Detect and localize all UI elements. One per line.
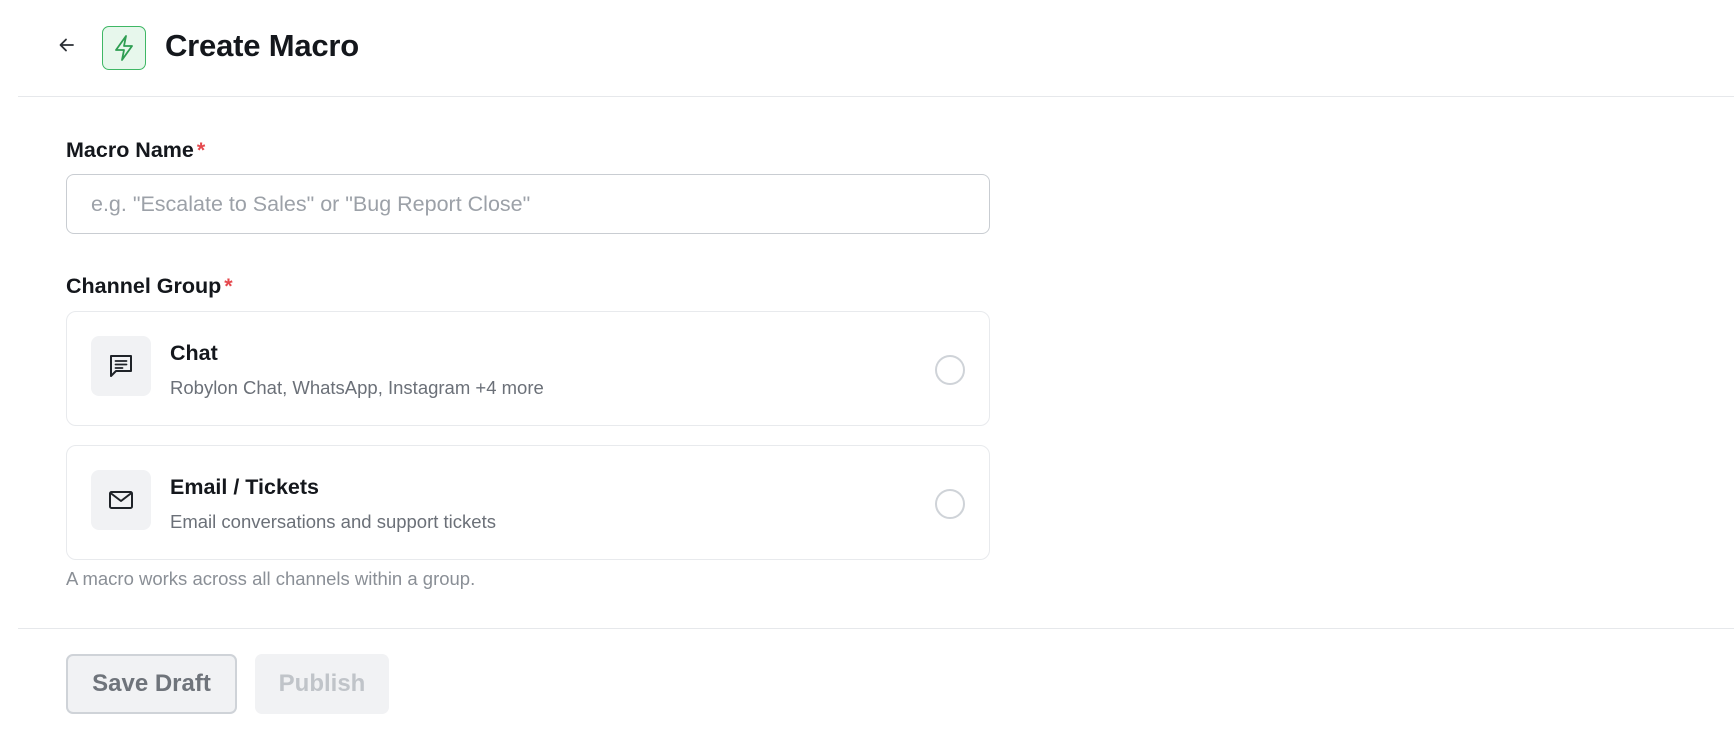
save-draft-button[interactable]: Save Draft	[66, 654, 237, 714]
email-tickets-radio[interactable]	[935, 489, 965, 519]
macro-name-input[interactable]	[66, 174, 990, 234]
macro-badge	[102, 26, 146, 70]
channel-option-chat[interactable]: Chat Robylon Chat, WhatsApp, Instagram +…	[66, 311, 990, 426]
page-title: Create Macro	[165, 28, 360, 63]
option-description: Robylon Chat, WhatsApp, Instagram +4 mor…	[170, 377, 544, 398]
publish-button[interactable]: Publish	[255, 654, 389, 714]
chat-radio[interactable]	[935, 355, 965, 385]
required-marker: *	[196, 138, 206, 162]
channel-option-email-tickets[interactable]: Email / Tickets Email conversations and …	[66, 445, 990, 560]
mail-envelope-icon	[109, 491, 133, 509]
channel-group-label: Channel Group *	[66, 274, 233, 299]
macro-name-label-text: Macro Name	[66, 138, 194, 162]
required-marker: *	[224, 274, 233, 298]
channel-group-helper-text: A macro works across all channels within…	[66, 568, 476, 589]
back-button[interactable]	[52, 30, 82, 60]
macro-name-label: Macro Name *	[66, 138, 205, 163]
chat-icon-box	[91, 336, 151, 396]
chat-message-icon	[110, 355, 132, 377]
arrow-left-icon	[59, 38, 74, 52]
lightning-bolt-icon	[115, 35, 133, 61]
create-macro-page: Create Macro Macro Name* Channel Group* …	[0, 0, 1734, 750]
option-title: Chat	[170, 341, 218, 365]
page-header: Create Macro	[18, 0, 1734, 97]
option-title: Email / Tickets	[170, 475, 319, 499]
page-footer: Save Draft Publish	[18, 628, 1734, 750]
channel-group-label-text: Channel Group	[66, 274, 222, 298]
email-icon-box	[91, 470, 151, 530]
option-description: Email conversations and support tickets	[170, 511, 496, 532]
